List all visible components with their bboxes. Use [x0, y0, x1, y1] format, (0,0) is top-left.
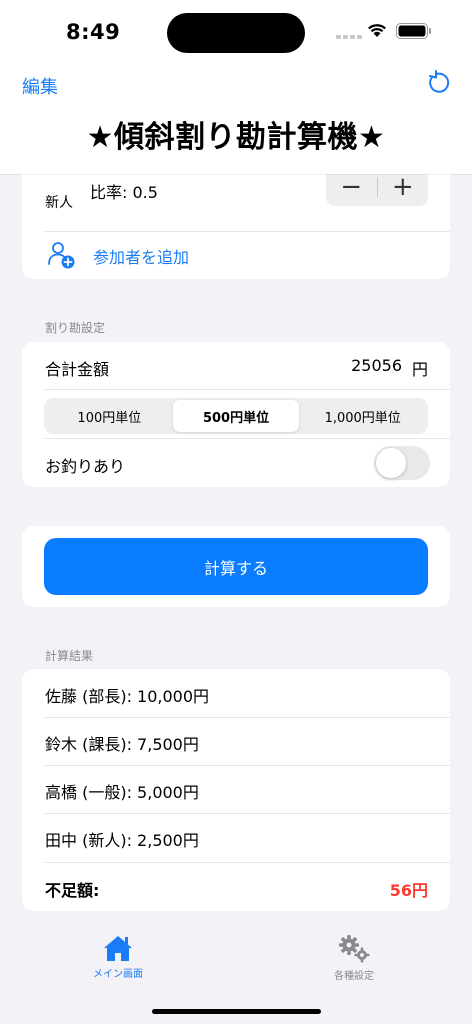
calculate-button[interactable]: 計算する — [44, 538, 428, 595]
tab-main-label: メイン画面 — [93, 969, 143, 980]
segment-500-yen[interactable]: 500円単位 — [172, 400, 300, 432]
participant-ratio: 比率: 0.5 — [90, 183, 158, 202]
reset-icon — [429, 70, 450, 93]
add-participant-label: 参加者を追加 — [93, 248, 190, 267]
result-row: 佐藤 (部長): 10,000円 — [22, 669, 450, 717]
cellular-signal-icon — [336, 35, 362, 39]
add-person-icon — [48, 242, 75, 269]
edit-button[interactable]: 編集 — [22, 73, 58, 99]
dynamic-island — [167, 13, 305, 53]
page-title: ★傾斜割り勘計算機★ — [86, 120, 386, 155]
segment-100-yen[interactable]: 100円単位 — [46, 400, 173, 432]
shortage-label: 不足額: — [45, 881, 100, 900]
gears-icon — [339, 935, 370, 963]
row-divider — [44, 438, 450, 439]
segment-1000-yen[interactable]: 1,000円単位 — [299, 400, 426, 432]
participant-role: 新人 — [45, 195, 73, 211]
result-row: 高橋 (一般): 5,000円 — [22, 765, 450, 813]
total-amount-label: 合計金額 — [45, 360, 110, 379]
total-amount-field[interactable]: 25056 — [351, 356, 402, 375]
result-text: 佐藤 (部長): 10,000円 — [45, 687, 210, 706]
settings-card: 合計金額 25056 円 100円単位 500円単位 1,000円単位 お釣りあ… — [22, 342, 450, 487]
reset-button[interactable] — [424, 70, 452, 98]
tab-settings[interactable]: 各種設定 — [274, 934, 434, 982]
nav-header: 編集 ★傾斜割り勘計算機★ — [0, 62, 472, 174]
house-icon — [104, 936, 132, 961]
change-toggle[interactable] — [374, 446, 430, 480]
battery-icon — [396, 23, 431, 39]
settings-section-label: 割り勘設定 — [45, 321, 106, 335]
change-toggle-label: お釣りあり — [45, 457, 126, 476]
tab-settings-label: 各種設定 — [334, 971, 374, 982]
status-bar: 8:49 — [0, 0, 472, 62]
rounding-unit-picker: 100円単位 500円単位 1,000円単位 — [44, 398, 428, 434]
result-row: 鈴木 (課長): 7,500円 — [22, 717, 450, 765]
shortage-value: 56円 — [389, 881, 428, 900]
toggle-knob — [376, 448, 406, 478]
row-divider — [44, 862, 450, 863]
home-indicator[interactable] — [152, 1009, 321, 1014]
result-row: 田中 (新人): 2,500円 — [22, 813, 450, 861]
tab-main-screen[interactable]: メイン画面 — [38, 934, 198, 980]
result-text: 高橋 (一般): 5,000円 — [45, 783, 199, 802]
add-participant-button[interactable]: 参加者を追加 — [22, 232, 450, 279]
row-divider — [44, 389, 450, 390]
results-section-label: 計算結果 — [45, 649, 94, 663]
result-text: 田中 (新人): 2,500円 — [45, 831, 199, 850]
status-time: 8:49 — [66, 20, 121, 44]
total-amount-unit: 円 — [411, 360, 428, 379]
wifi-icon — [368, 24, 386, 37]
result-text: 鈴木 (課長): 7,500円 — [45, 735, 199, 754]
calculate-card: 計算する — [22, 526, 450, 607]
results-card: 佐藤 (部長): 10,000円 鈴木 (課長): 7,500円 高橋 (一般)… — [22, 669, 450, 911]
